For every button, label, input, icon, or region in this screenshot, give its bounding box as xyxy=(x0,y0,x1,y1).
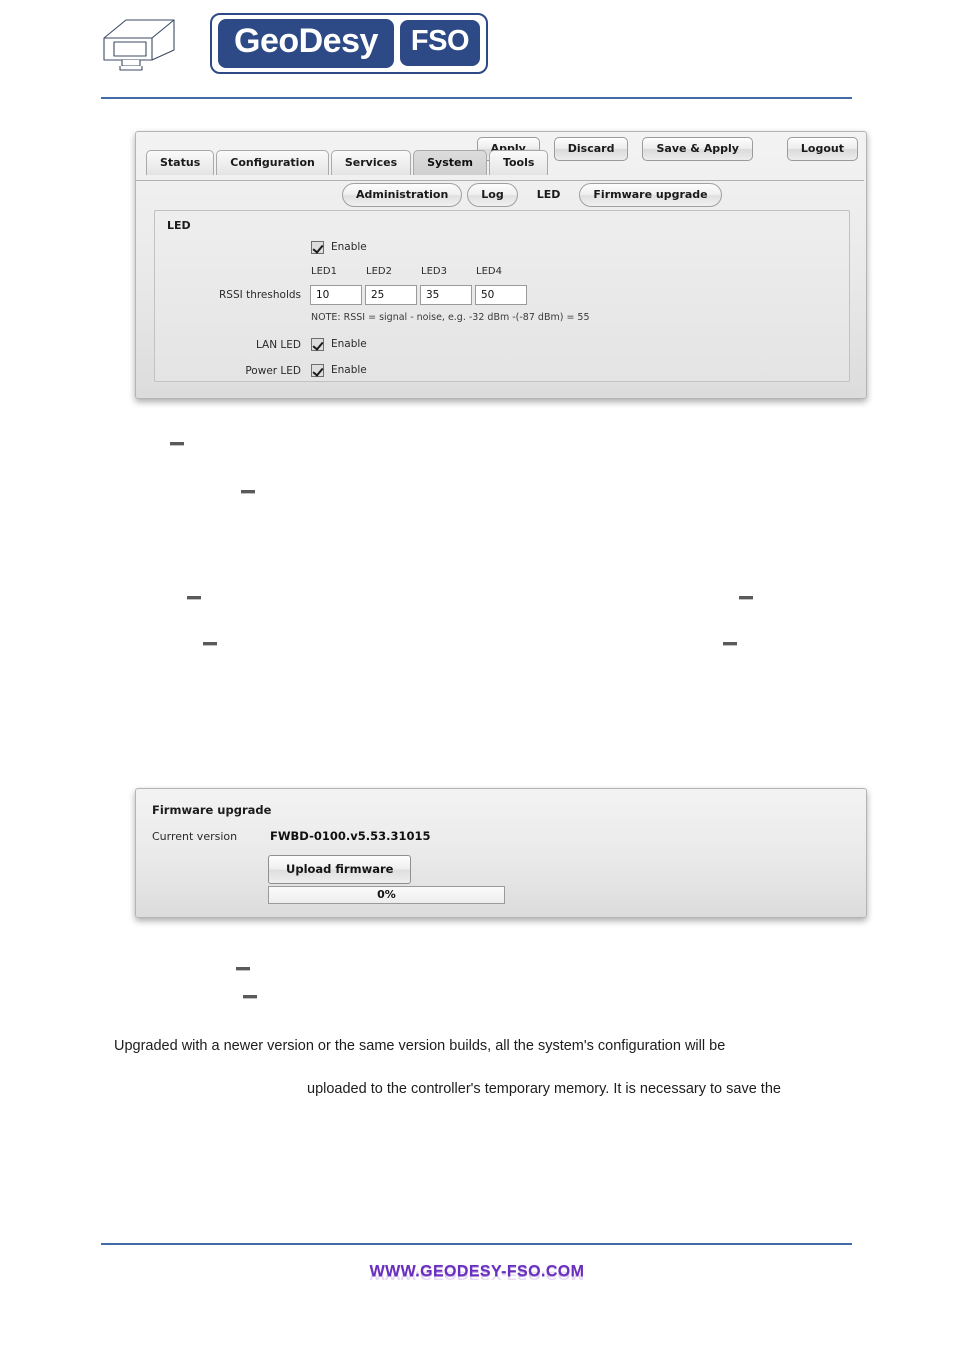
list-marker-dash xyxy=(241,490,255,493)
brand-main-text: GeoDesy xyxy=(218,18,394,68)
led-box-title: LED xyxy=(167,219,191,232)
lan-led-enable-checkbox[interactable] xyxy=(311,338,324,351)
list-marker-dash xyxy=(187,596,201,599)
list-marker-dash xyxy=(739,596,753,599)
list-marker-dash xyxy=(243,995,257,998)
footer-rule xyxy=(101,1243,852,1245)
subtab-firmware-upgrade[interactable]: Firmware upgrade xyxy=(579,183,722,207)
discard-button[interactable]: Discard xyxy=(553,137,629,161)
brand-logo: GeoDesy FSO xyxy=(96,12,489,74)
geodesy-fso-wordmark: GeoDesy FSO xyxy=(210,12,489,74)
subtab-administration[interactable]: Administration xyxy=(342,183,463,207)
subtab-led[interactable]: LED xyxy=(523,183,575,207)
save-and-apply-button[interactable]: Save & Apply xyxy=(642,137,753,161)
tab-divider xyxy=(136,180,864,181)
column-header-led3: LED3 xyxy=(421,266,447,277)
lan-led-label: LAN LED xyxy=(255,339,301,351)
tab-services[interactable]: Services xyxy=(330,150,412,175)
logout-button[interactable]: Logout xyxy=(786,137,858,161)
column-header-led4: LED4 xyxy=(476,266,502,277)
power-led-enable-checkbox[interactable] xyxy=(311,364,324,377)
body-paragraph-line-1: Upgraded with a newer version or the sam… xyxy=(114,1038,726,1054)
tab-tools[interactable]: Tools xyxy=(488,150,549,175)
column-header-led1: LED1 xyxy=(311,266,337,277)
list-marker-dash xyxy=(203,642,217,645)
main-tab-bar: Status Configuration Services System Too… xyxy=(146,150,549,175)
upload-progress-bar: 0% xyxy=(268,886,505,904)
list-marker-dash xyxy=(170,442,184,445)
rssi-led2-input[interactable]: 25 xyxy=(365,285,417,305)
subtab-log[interactable]: Log xyxy=(467,183,518,207)
system-subtab-bar: Administration Log LED Firmware upgrade xyxy=(342,183,722,207)
firmware-upgrade-screenshot: Firmware upgrade Current version FWBD-01… xyxy=(135,788,867,918)
power-led-label: Power LED xyxy=(245,365,301,377)
current-version-value: FWBD-0100.v5.53.31015 xyxy=(270,829,431,843)
footer-website-url-reflection: WWW.GEODESY-FSO.COM xyxy=(369,1268,585,1281)
led-settings-box: LED Enable LED1 LED2 LED3 LED4 RSSI thre… xyxy=(154,210,850,382)
led-enable-checkbox[interactable] xyxy=(311,241,324,254)
led-settings-screenshot: Apply Discard Save & Apply Logout Status… xyxy=(135,131,867,399)
rssi-led1-input[interactable]: 10 xyxy=(310,285,362,305)
firmware-panel-title: Firmware upgrade xyxy=(152,803,272,817)
rssi-led3-input[interactable]: 35 xyxy=(420,285,472,305)
brand-sub-text: FSO xyxy=(399,20,481,66)
list-marker-dash xyxy=(236,967,250,970)
document-header: GeoDesy FSO xyxy=(0,0,954,100)
tab-system[interactable]: System xyxy=(413,150,487,175)
header-rule xyxy=(101,97,852,99)
rssi-thresholds-label: RSSI thresholds xyxy=(219,289,301,301)
body-paragraph-line-2: uploaded to the controller's temporary m… xyxy=(307,1081,781,1097)
tab-status[interactable]: Status xyxy=(146,150,215,175)
list-marker-dash xyxy=(723,642,737,645)
fso-device-icon xyxy=(96,12,188,74)
rssi-led4-input[interactable]: 50 xyxy=(475,285,527,305)
rssi-note: NOTE: RSSI = signal - noise, e.g. -32 dB… xyxy=(311,312,590,323)
led-enable-label: Enable xyxy=(331,241,367,253)
lan-led-enable-label: Enable xyxy=(331,338,367,350)
current-version-label: Current version xyxy=(152,830,238,843)
upload-firmware-button[interactable]: Upload firmware xyxy=(268,855,412,884)
column-header-led2: LED2 xyxy=(366,266,392,277)
power-led-enable-label: Enable xyxy=(331,364,367,376)
tab-configuration[interactable]: Configuration xyxy=(216,150,329,175)
